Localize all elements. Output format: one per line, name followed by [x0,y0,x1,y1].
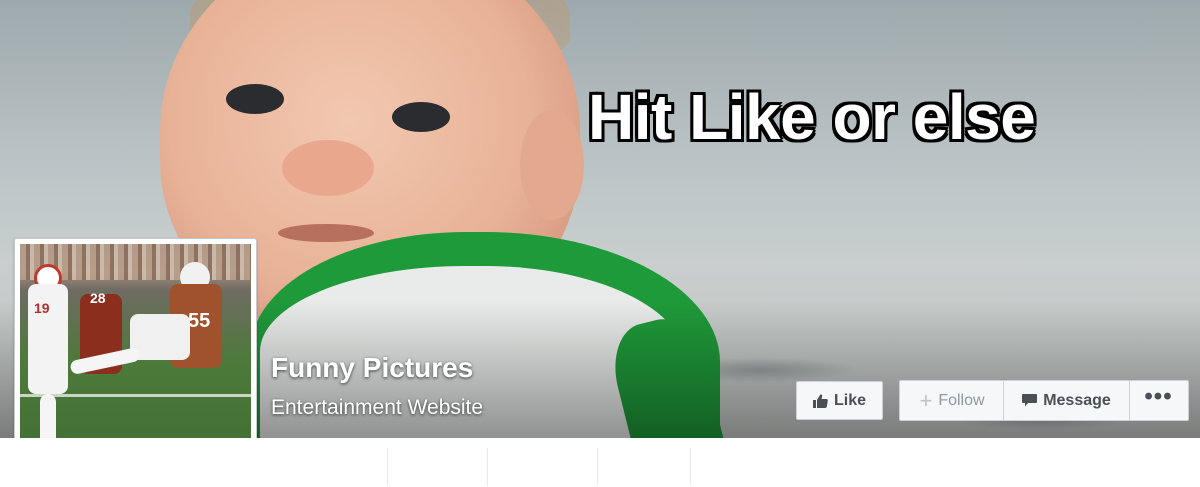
follow-button[interactable]: + Follow [901,381,1004,420]
nav-divider [487,448,488,486]
page-nav-strip [0,438,1200,487]
more-options-button[interactable]: ••• [1130,381,1187,420]
jersey-number: 28 [90,290,106,306]
message-button-label: Message [1043,391,1111,409]
message-button[interactable]: Message [1004,381,1130,420]
jersey-number: 55 [188,310,211,332]
like-button-label: Like [833,391,866,409]
cover-baby-eye-right [392,102,450,132]
nav-divider [597,448,598,486]
follow-button-label: Follow [938,391,985,409]
like-button[interactable]: Like [796,381,883,420]
cover-baby-eye-left [226,84,284,114]
page-category[interactable]: Entertainment Website [271,396,483,420]
nav-divider [387,448,388,486]
cover-baby-ear [520,110,584,220]
jersey-number: 19 [34,300,50,316]
speech-bubble-icon [1022,393,1038,408]
thumbs-up-icon [812,394,828,408]
nav-divider [690,448,691,486]
cover-baby-nose [282,140,374,196]
cover-baby-mouth [278,224,374,242]
cover-meme-caption: Hit Like or else [588,81,1036,153]
page-title[interactable]: Funny Pictures [271,352,473,384]
plus-icon: + [919,387,933,413]
more-dots-icon: ••• [1144,382,1173,410]
